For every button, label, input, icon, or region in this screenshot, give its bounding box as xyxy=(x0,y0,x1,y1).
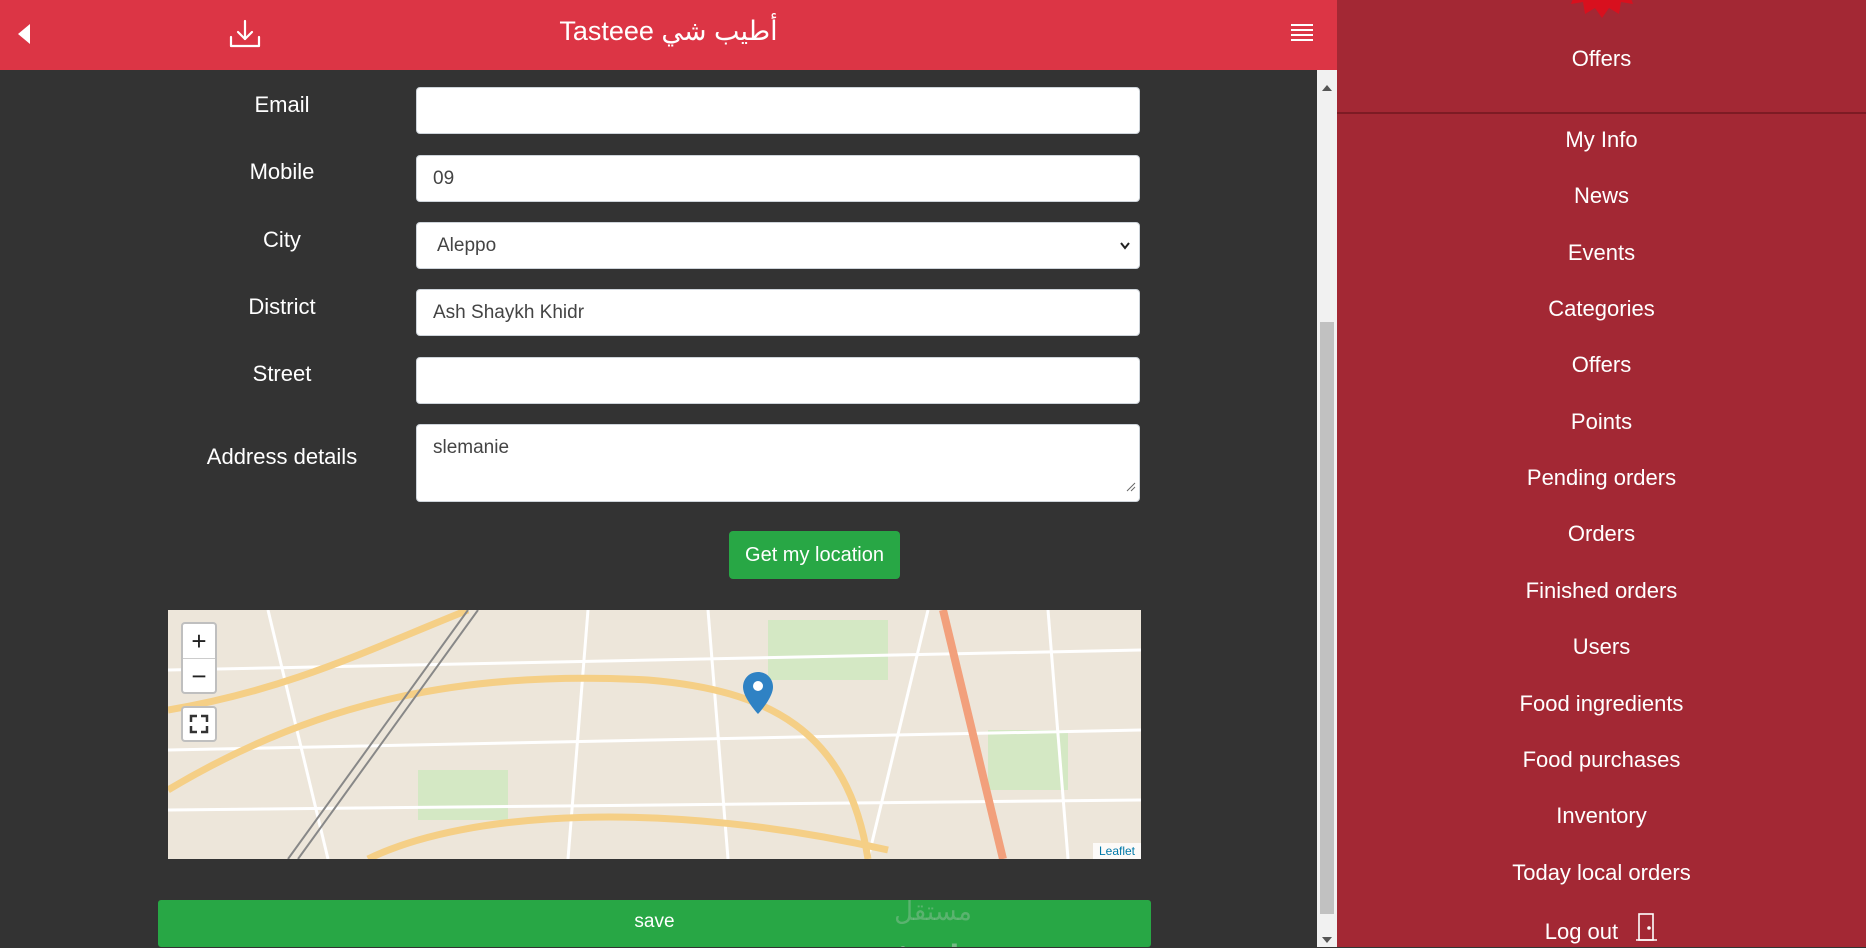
city-select-value: Aleppo xyxy=(437,235,497,256)
sidebar-item-food-ingredients[interactable]: Food ingredients xyxy=(1337,691,1866,717)
sidebar-item-finished-orders[interactable]: Finished orders xyxy=(1337,578,1866,604)
scroll-up-icon[interactable] xyxy=(1322,78,1332,96)
watermark-text: mostaql.com xyxy=(818,938,1048,947)
map-tiles xyxy=(168,610,1141,859)
sidebar-item-my-info[interactable]: My Info xyxy=(1337,127,1866,153)
address-details-textarea[interactable]: slemanie xyxy=(416,424,1140,502)
sidebar-item-pending-orders[interactable]: Pending orders xyxy=(1337,465,1866,491)
sidebar-item-log-out[interactable]: Log out xyxy=(1337,912,1866,948)
log-out-label: Log out xyxy=(1544,919,1619,944)
scroll-down-icon[interactable] xyxy=(1322,930,1332,948)
sidebar-menu: Offers My Info News Events Categories Of… xyxy=(1337,0,1866,947)
sidebar-divider xyxy=(1337,112,1866,114)
mobile-label: Mobile xyxy=(249,159,315,184)
street-label: Street xyxy=(252,361,312,386)
sidebar-item-points[interactable]: Points xyxy=(1337,409,1866,435)
sidebar-offers-link-top[interactable]: Offers xyxy=(1337,46,1866,72)
address-details-label: Address details xyxy=(206,444,358,469)
chevron-down-icon xyxy=(1119,223,1131,286)
sidebar-item-inventory[interactable]: Inventory xyxy=(1337,803,1866,829)
watermark-arabic: مستقل xyxy=(894,896,972,926)
sidebar-item-news[interactable]: News xyxy=(1337,183,1866,209)
city-select[interactable]: Aleppo xyxy=(416,222,1140,269)
sidebar-item-food-purchases[interactable]: Food purchases xyxy=(1337,747,1866,773)
sidebar-item-events[interactable]: Events xyxy=(1337,240,1866,266)
main-content: Email Mobile 09 City Aleppo District Ash… xyxy=(0,70,1317,947)
hamburger-menu-icon[interactable] xyxy=(1290,22,1314,49)
leaflet-attribution-link[interactable]: Leaflet xyxy=(1092,843,1141,859)
location-map[interactable]: + − Leaflet xyxy=(168,610,1141,859)
scrollbar-thumb[interactable] xyxy=(1320,322,1334,914)
page-title: Tasteee أطيب شي xyxy=(559,16,778,46)
main-scrollbar[interactable] xyxy=(1317,70,1337,947)
sidebar-item-offers[interactable]: Offers xyxy=(1337,352,1866,378)
district-label: District xyxy=(248,294,316,319)
city-label: City xyxy=(263,227,301,252)
email-label: Email xyxy=(254,92,310,117)
sidebar-item-categories[interactable]: Categories xyxy=(1337,296,1866,322)
offer-badge-icon xyxy=(1547,0,1657,23)
get-my-location-button[interactable]: Get my location xyxy=(729,531,900,579)
fullscreen-icon[interactable] xyxy=(181,706,217,742)
sidebar-item-users[interactable]: Users xyxy=(1337,634,1866,660)
door-exit-icon xyxy=(1636,912,1658,948)
mobile-field[interactable]: 09 xyxy=(416,155,1140,202)
app-header: Tasteee أطيب شي xyxy=(0,0,1337,70)
street-field[interactable] xyxy=(416,357,1140,404)
zoom-in-button[interactable]: + xyxy=(183,624,215,659)
map-zoom-control: + − xyxy=(181,622,217,694)
sidebar-item-today-local-orders[interactable]: Today local orders xyxy=(1337,860,1866,886)
zoom-out-button[interactable]: − xyxy=(183,659,215,693)
district-field[interactable]: Ash Shaykh Khidr xyxy=(416,289,1140,336)
email-field[interactable] xyxy=(416,87,1140,134)
resize-grip-icon[interactable] xyxy=(1126,476,1136,498)
address-details-value: slemanie xyxy=(433,437,510,458)
sidebar-item-orders[interactable]: Orders xyxy=(1337,521,1866,547)
